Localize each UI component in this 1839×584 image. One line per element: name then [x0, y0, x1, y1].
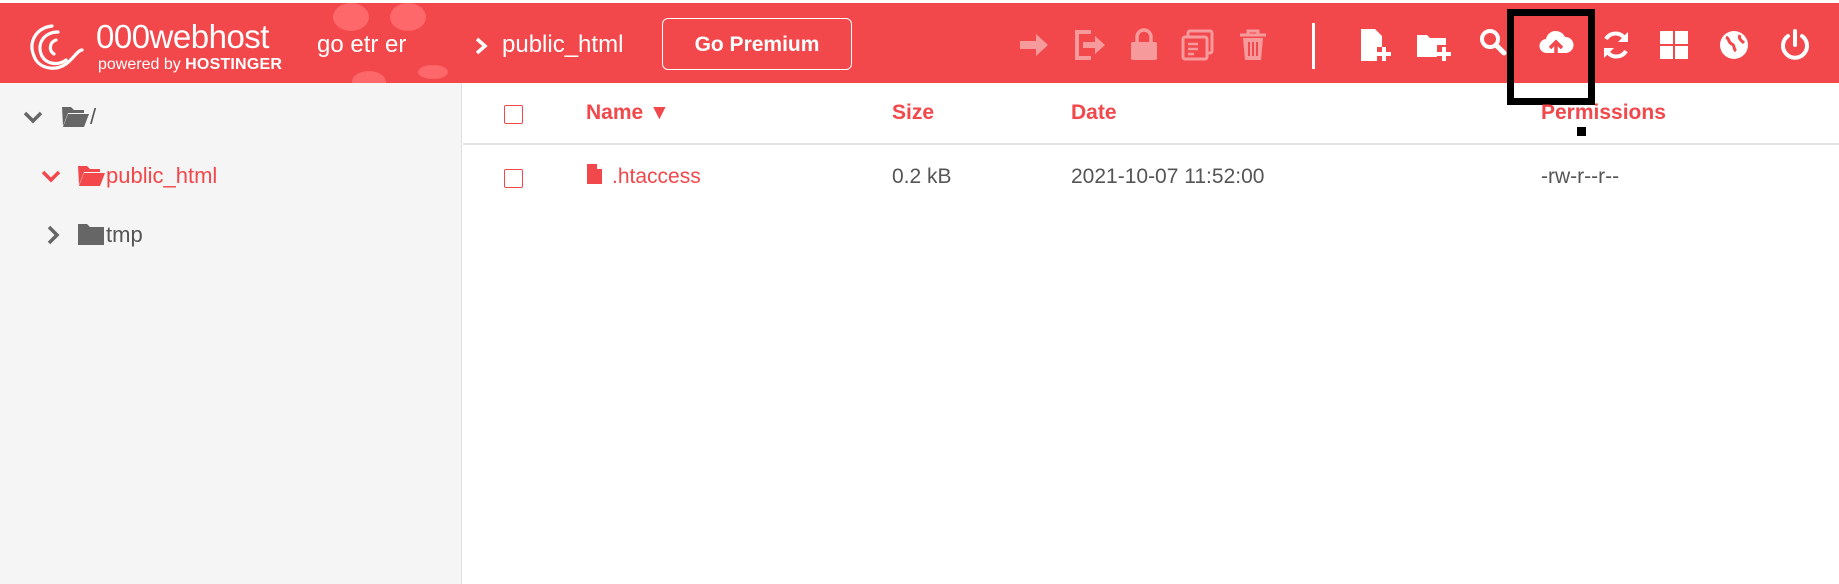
highlight-box	[1507, 9, 1595, 105]
file-icon	[587, 164, 602, 184]
breadcrumb-current-folder[interactable]: public_html	[502, 30, 623, 60]
new-file-icon[interactable]	[1357, 27, 1393, 63]
toolbar-divider	[1312, 23, 1315, 69]
power-logout-icon[interactable]	[1777, 27, 1813, 63]
delete-icon[interactable]	[1235, 27, 1271, 63]
column-name-label: Name	[586, 101, 644, 124]
new-folder-icon[interactable]	[1415, 27, 1451, 63]
go-premium-button[interactable]: Go Premium	[662, 18, 852, 70]
tree-item-label: public_html	[106, 163, 218, 188]
sort-desc-icon: ▼	[649, 101, 670, 124]
chevron-down-icon[interactable]	[22, 106, 44, 128]
grid-view-icon[interactable]	[1656, 27, 1692, 63]
permissions-lock-icon[interactable]	[1126, 27, 1162, 63]
redaction-blur	[390, 3, 426, 31]
move-icon[interactable]	[1016, 27, 1052, 63]
company-name: HOSTINGER	[185, 56, 283, 73]
folder-tree-sidebar: / public_html tmp	[0, 83, 462, 584]
redaction-blur	[418, 65, 448, 79]
redaction-blur	[333, 3, 369, 31]
select-all-checkbox[interactable]	[504, 105, 523, 124]
refresh-icon[interactable]	[1598, 27, 1634, 63]
column-header-permissions[interactable]: Permissions	[1541, 100, 1666, 126]
cursor-marker	[1577, 127, 1586, 136]
tree-item-label: tmp	[106, 222, 143, 247]
website-globe-icon[interactable]	[1716, 27, 1752, 63]
folder-open-icon	[62, 107, 89, 127]
powered-by-text: powered by	[98, 56, 181, 73]
file-permissions[interactable]: -rw-r--r--	[1541, 164, 1619, 190]
chevron-right-icon	[475, 37, 488, 55]
breadcrumb-site[interactable]: go etr er	[317, 30, 406, 60]
chevron-right-icon[interactable]	[42, 224, 64, 246]
brand-tagline: powered by HOSTINGER	[98, 56, 282, 74]
brand-name: 000webhost	[96, 18, 269, 55]
folder-open-icon	[78, 166, 105, 186]
file-date: 2021-10-07 11:52:00	[1071, 165, 1265, 188]
000webhost-logo-icon	[30, 24, 84, 70]
file-name-link[interactable]: .htaccess	[612, 164, 701, 190]
column-header-name[interactable]: Name ▼	[586, 100, 670, 126]
file-size: 0.2 kB	[892, 165, 952, 188]
archive-icon[interactable]	[1180, 27, 1216, 63]
column-header-date[interactable]: Date	[1071, 100, 1117, 126]
folder-icon	[78, 224, 104, 245]
column-header-size[interactable]: Size	[892, 100, 934, 126]
tree-item-label: /	[90, 104, 97, 129]
table-header-divider	[463, 143, 1839, 145]
rename-icon[interactable]	[1071, 27, 1107, 63]
brand-logo[interactable]: 000webhost powered by HOSTINGER	[22, 18, 292, 74]
chevron-down-icon[interactable]	[40, 165, 62, 187]
row-checkbox[interactable]	[504, 169, 523, 188]
